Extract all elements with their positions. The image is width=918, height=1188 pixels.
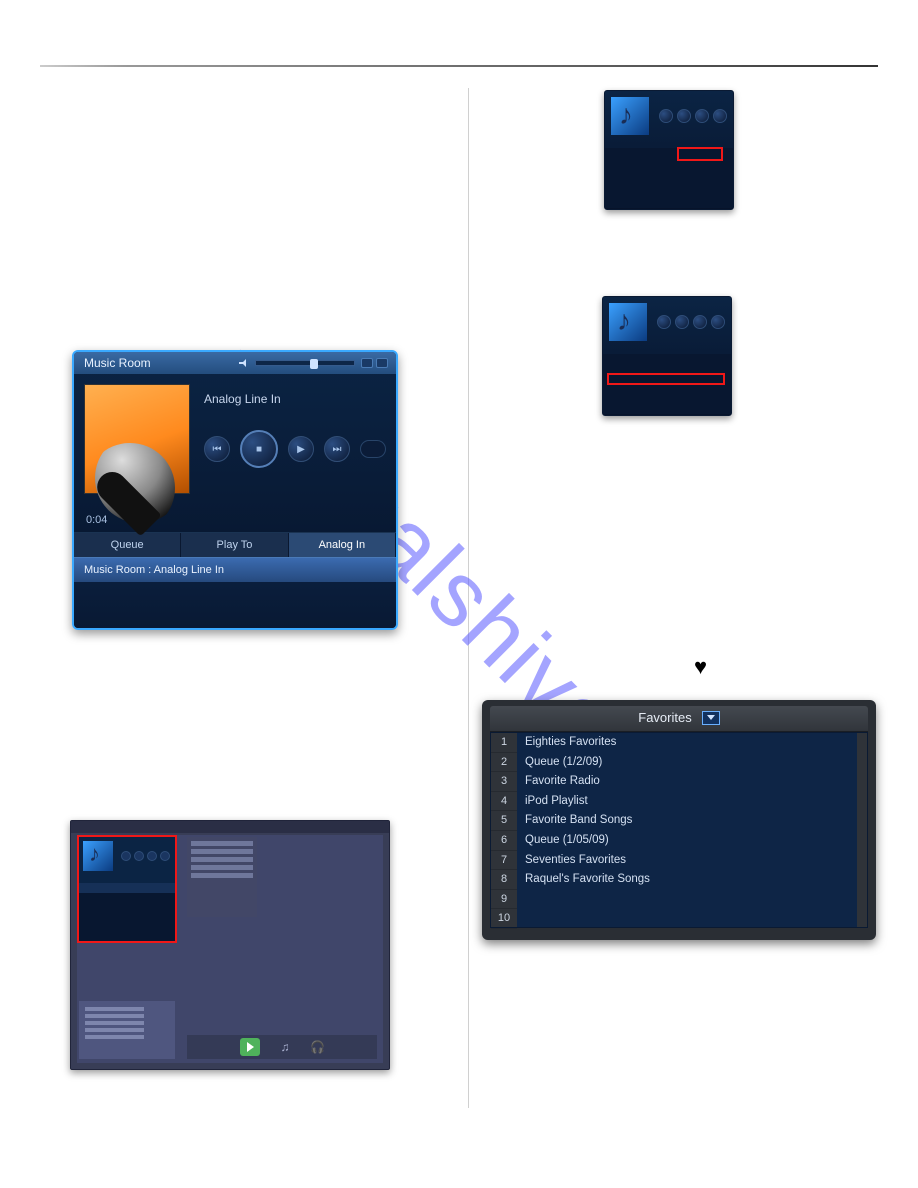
app-shot-music-icon: ♫ xyxy=(278,1040,292,1054)
mini-play-icon xyxy=(695,109,709,123)
favorites-item[interactable]: Eighties Favorites xyxy=(525,733,857,753)
favorites-row-number: 1 xyxy=(491,733,517,753)
player-tabs: Queue Play To Analog In xyxy=(74,532,396,557)
player-list-empty-area xyxy=(74,582,396,630)
mini-next-icon xyxy=(711,315,725,329)
favorites-item[interactable]: iPod Playlist xyxy=(525,792,857,812)
app-shot-headphones-icon: 🎧 xyxy=(310,1040,324,1054)
app-shot-stop-icon xyxy=(134,851,144,861)
mini-transport-controls xyxy=(659,109,727,123)
volume-icon xyxy=(239,358,249,368)
highlight-selected-source-row xyxy=(607,373,725,385)
favorites-item[interactable]: Seventies Favorites xyxy=(525,851,857,871)
mini-player-source-row-callout xyxy=(602,296,732,416)
app-shot-body: ♫ 🎧 xyxy=(77,835,383,1063)
player-meta: Analog Line In ⏮ ■ ▶ ⏭ xyxy=(204,384,386,504)
app-shot-category-list xyxy=(187,837,257,917)
highlight-now-playing-region xyxy=(79,837,175,941)
mini-stop-icon xyxy=(675,315,689,329)
player-titlebar: Music Room xyxy=(74,352,396,374)
app-shot-prev-icon xyxy=(121,851,131,861)
app-shot-room-list xyxy=(79,1001,175,1059)
heart-icon: ♥ xyxy=(694,654,707,680)
favorites-dropdown-button[interactable] xyxy=(702,711,720,725)
favorites-scrollbar[interactable] xyxy=(857,733,867,927)
app-shot-footer: ♫ 🎧 xyxy=(187,1035,377,1059)
favorites-item[interactable]: Queue (1/2/09) xyxy=(525,753,857,773)
favorites-row-number: 7 xyxy=(491,851,517,871)
app-shot-play-icon xyxy=(147,851,157,861)
play-button[interactable]: ▶ xyxy=(288,436,314,462)
tab-analog-in[interactable]: Analog In xyxy=(289,533,396,557)
favorites-list: Eighties Favorites Queue (1/2/09) Favori… xyxy=(517,733,857,927)
favorites-row-number: 4 xyxy=(491,792,517,812)
tab-play-to[interactable]: Play To xyxy=(181,533,288,557)
favorites-row-number: 9 xyxy=(491,890,517,910)
collapse-icon[interactable] xyxy=(376,358,388,368)
mini-album-art xyxy=(611,97,649,135)
player-track-title: Analog Line In xyxy=(204,392,386,406)
mini-prev-icon xyxy=(659,109,673,123)
mini-stop-icon xyxy=(677,109,691,123)
favorites-item[interactable]: Favorite Radio xyxy=(525,772,857,792)
player-selected-source-row[interactable]: Music Room : Analog Line In xyxy=(74,557,396,582)
favorites-row-number: 6 xyxy=(491,831,517,851)
app-overview-screenshot: ♫ 🎧 xyxy=(70,820,390,1070)
player-transport-controls: ⏮ ■ ▶ ⏭ xyxy=(204,430,386,468)
mini-transport-controls xyxy=(657,315,725,329)
mini-album-art xyxy=(609,303,647,341)
favorites-header: Favorites xyxy=(490,706,868,732)
favorites-body: 1 2 3 4 5 6 7 8 9 10 Eighties Favorites … xyxy=(490,732,868,928)
favorites-row-number: 2 xyxy=(491,753,517,773)
highlight-analog-in-tab xyxy=(677,147,723,161)
mini-play-icon xyxy=(693,315,707,329)
player-window-controls xyxy=(361,358,388,368)
mini-next-icon xyxy=(713,109,727,123)
app-shot-titlebar xyxy=(71,821,389,833)
mini-prev-icon xyxy=(657,315,671,329)
player-title-text: Music Room xyxy=(84,352,151,374)
page-top-rule xyxy=(40,65,878,67)
volume-slider[interactable] xyxy=(255,360,355,366)
expand-icon[interactable] xyxy=(361,358,373,368)
favorites-row-number: 5 xyxy=(491,811,517,831)
favorites-item[interactable]: Favorite Band Songs xyxy=(525,811,857,831)
app-shot-np-lower xyxy=(79,883,175,941)
more-button[interactable] xyxy=(360,440,386,458)
favorites-title: Favorites xyxy=(638,710,691,725)
app-shot-transport-controls xyxy=(121,851,170,861)
favorites-panel: Favorites 1 2 3 4 5 6 7 8 9 10 Eighties … xyxy=(482,700,876,940)
favorites-item[interactable] xyxy=(525,890,857,909)
mini-player-analog-tab-callout xyxy=(604,90,734,210)
player-title-right xyxy=(239,358,396,368)
now-playing-panel: Music Room Analog Line In ⏮ ■ ▶ ⏭ 0:04 Q… xyxy=(72,350,398,630)
app-shot-play-button xyxy=(240,1038,260,1056)
stop-button[interactable]: ■ xyxy=(240,430,278,468)
next-button[interactable]: ⏭ xyxy=(324,436,350,462)
favorites-row-number: 8 xyxy=(491,870,517,890)
favorites-item[interactable]: Queue (1/05/09) xyxy=(525,831,857,851)
column-divider xyxy=(468,88,469,1108)
favorites-row-numbers: 1 2 3 4 5 6 7 8 9 10 xyxy=(491,733,517,927)
player-body: Analog Line In ⏮ ■ ▶ ⏭ xyxy=(74,374,396,514)
player-album-art xyxy=(84,384,190,494)
favorites-item[interactable] xyxy=(525,908,857,927)
favorites-row-number: 3 xyxy=(491,772,517,792)
favorites-row-number: 10 xyxy=(491,909,517,929)
app-shot-next-icon xyxy=(160,851,170,861)
favorites-item[interactable]: Raquel's Favorite Songs xyxy=(525,870,857,890)
tab-queue[interactable]: Queue xyxy=(74,533,181,557)
app-shot-album-art xyxy=(83,841,113,871)
prev-button[interactable]: ⏮ xyxy=(204,436,230,462)
